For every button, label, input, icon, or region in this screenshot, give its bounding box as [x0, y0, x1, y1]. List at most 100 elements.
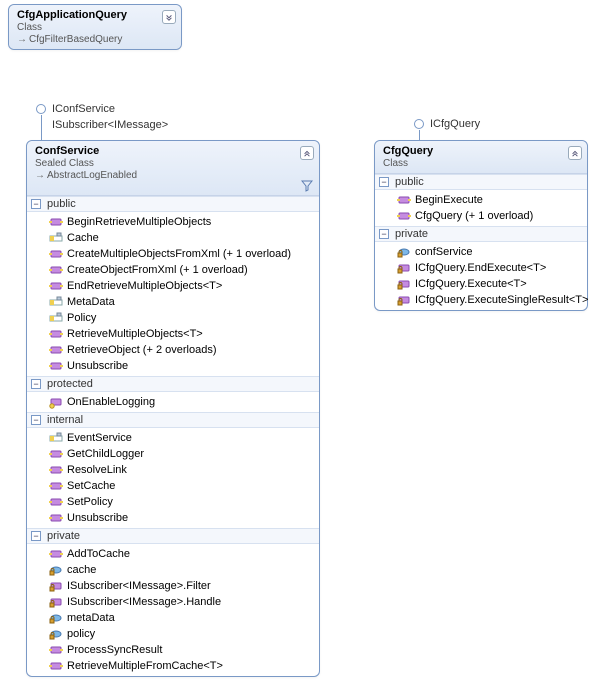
member-name: CreateObjectFromXml (+ 1 overload): [67, 262, 248, 278]
method-icon: [49, 643, 63, 657]
collapse-minus-icon: −: [379, 177, 389, 187]
method-icon: [49, 327, 63, 341]
section-header-private[interactable]: − private: [27, 528, 319, 544]
member-name: ICfgQuery.Execute<T>: [415, 276, 527, 292]
member-row[interactable]: MetaData: [27, 294, 319, 310]
interface-label: ISubscriber<IMessage>: [52, 119, 168, 131]
member-row[interactable]: Unsubscribe: [27, 510, 319, 526]
member-row[interactable]: ICfgQuery.EndExecute<T>: [375, 260, 587, 276]
method-icon: [49, 247, 63, 261]
member-row[interactable]: policy: [27, 626, 319, 642]
member-row[interactable]: Unsubscribe: [27, 358, 319, 374]
member-name: policy: [67, 626, 95, 642]
method-priv-icon: [397, 277, 411, 291]
member-name: ResolveLink: [67, 462, 127, 478]
section-label: public: [395, 176, 424, 188]
class-inherits: →AbstractLogEnabled: [35, 170, 313, 181]
method-icon: [49, 447, 63, 461]
lollipop-icon: [36, 104, 46, 114]
field-icon: [49, 627, 63, 641]
member-name: SetCache: [67, 478, 115, 494]
method-prot-icon: [49, 395, 63, 409]
member-name: AddToCache: [67, 546, 130, 562]
method-icon: [49, 359, 63, 373]
member-row[interactable]: AddToCache: [27, 546, 319, 562]
member-name: cache: [67, 562, 96, 578]
class-box-cfgapplicationquery[interactable]: CfgApplicationQuery Class →CfgFilterBase…: [8, 4, 182, 50]
filter-icon[interactable]: [301, 180, 313, 192]
section-header-public[interactable]: − public: [27, 196, 319, 212]
member-row[interactable]: SetCache: [27, 478, 319, 494]
method-icon: [49, 495, 63, 509]
member-row[interactable]: CreateObjectFromXml (+ 1 overload): [27, 262, 319, 278]
member-row[interactable]: EndRetrieveMultipleObjects<T>: [27, 278, 319, 294]
member-name: ISubscriber<IMessage>.Handle: [67, 594, 221, 610]
section-label: protected: [47, 378, 93, 390]
method-icon: [49, 463, 63, 477]
lollipop-icon: [414, 119, 424, 129]
member-row[interactable]: metaData: [27, 610, 319, 626]
section-header-public[interactable]: − public: [375, 174, 587, 190]
section-header-internal[interactable]: − internal: [27, 412, 319, 428]
member-row[interactable]: BeginExecute: [375, 192, 587, 208]
class-header: ConfService Sealed Class →AbstractLogEna…: [27, 141, 319, 196]
member-row[interactable]: GetChildLogger: [27, 446, 319, 462]
member-row[interactable]: CfgQuery (+ 1 overload): [375, 208, 587, 224]
class-box-confservice[interactable]: ConfService Sealed Class →AbstractLogEna…: [26, 140, 320, 677]
member-row[interactable]: OnEnableLogging: [27, 394, 319, 410]
member-row[interactable]: RetrieveMultipleObjects<T>: [27, 326, 319, 342]
method-icon: [49, 279, 63, 293]
method-priv-icon: [397, 261, 411, 275]
member-name: BeginRetrieveMultipleObjects: [67, 214, 211, 230]
member-row[interactable]: cache: [27, 562, 319, 578]
class-header: CfgQuery Class: [375, 141, 587, 174]
member-name: Unsubscribe: [67, 510, 128, 526]
inherits-target: CfgFilterBasedQuery: [29, 34, 122, 45]
interface-lollipop-iconfservice: IConfService: [36, 103, 115, 115]
collapse-minus-icon: −: [31, 199, 41, 209]
member-row[interactable]: Policy: [27, 310, 319, 326]
member-name: EndRetrieveMultipleObjects<T>: [67, 278, 222, 294]
member-row[interactable]: ISubscriber<IMessage>.Filter: [27, 578, 319, 594]
member-name: OnEnableLogging: [67, 394, 155, 410]
member-name: metaData: [67, 610, 115, 626]
member-name: EventService: [67, 430, 132, 446]
member-row[interactable]: Cache: [27, 230, 319, 246]
prop-icon: [49, 311, 63, 325]
method-priv-icon: [49, 595, 63, 609]
method-icon: [49, 547, 63, 561]
member-row[interactable]: ICfgQuery.Execute<T>: [375, 276, 587, 292]
member-name: CfgQuery (+ 1 overload): [415, 208, 533, 224]
class-box-cfgquery[interactable]: CfgQuery Class − public BeginExecuteCfgQ…: [374, 140, 588, 311]
member-row[interactable]: RetrieveObject (+ 2 overloads): [27, 342, 319, 358]
section-body-private: AddToCachecacheISubscriber<IMessage>.Fil…: [27, 544, 319, 676]
member-name: confService: [415, 244, 472, 260]
member-row[interactable]: BeginRetrieveMultipleObjects: [27, 214, 319, 230]
member-row[interactable]: ResolveLink: [27, 462, 319, 478]
member-row[interactable]: EventService: [27, 430, 319, 446]
expand-toggle-icon[interactable]: [162, 10, 176, 24]
member-row[interactable]: confService: [375, 244, 587, 260]
collapse-toggle-icon[interactable]: [300, 146, 314, 160]
method-icon: [49, 215, 63, 229]
collapse-minus-icon: −: [31, 379, 41, 389]
member-row[interactable]: RetrieveMultipleFromCache<T>: [27, 658, 319, 674]
method-icon: [49, 479, 63, 493]
member-name: ICfgQuery.ExecuteSingleResult<T>: [415, 292, 588, 308]
member-row[interactable]: CreateMultipleObjectsFromXml (+ 1 overlo…: [27, 246, 319, 262]
member-row[interactable]: ProcessSyncResult: [27, 642, 319, 658]
member-name: RetrieveMultipleObjects<T>: [67, 326, 203, 342]
section-header-private[interactable]: − private: [375, 226, 587, 242]
member-row[interactable]: ISubscriber<IMessage>.Handle: [27, 594, 319, 610]
collapse-toggle-icon[interactable]: [568, 146, 582, 160]
class-header: CfgApplicationQuery Class →CfgFilterBase…: [9, 5, 181, 49]
method-icon: [49, 263, 63, 277]
section-body-public: BeginExecuteCfgQuery (+ 1 overload): [375, 190, 587, 226]
member-row[interactable]: ICfgQuery.ExecuteSingleResult<T>: [375, 292, 587, 308]
method-icon: [49, 511, 63, 525]
inherits-target: AbstractLogEnabled: [47, 170, 137, 181]
method-icon: [397, 209, 411, 223]
member-row[interactable]: SetPolicy: [27, 494, 319, 510]
section-header-protected[interactable]: − protected: [27, 376, 319, 392]
member-name: RetrieveObject (+ 2 overloads): [67, 342, 216, 358]
